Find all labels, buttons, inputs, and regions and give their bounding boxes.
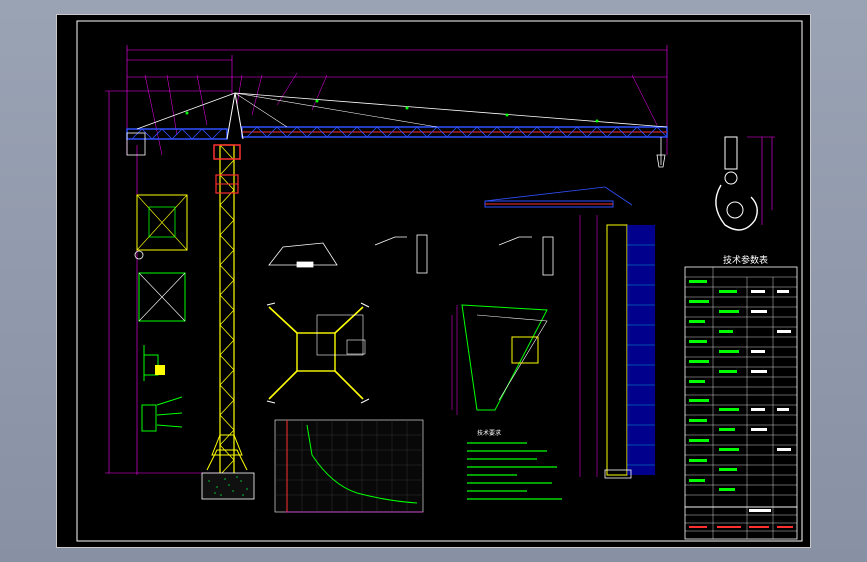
- jib-structure: [126, 92, 668, 168]
- cad-drawing: 技术要求 技术参数表: [76, 20, 803, 542]
- leader-lines: [144, 72, 658, 156]
- tech-param-table-title: 技术参数表: [723, 254, 768, 266]
- title-block: [684, 506, 798, 540]
- tech-param-table: 技术参数表: [684, 254, 798, 508]
- tower-mast: [201, 144, 255, 500]
- cad-viewport[interactable]: 技术要求 技术参数表: [56, 14, 811, 548]
- secondary-crane-elevation: [484, 186, 655, 479]
- trolley-details: [268, 234, 554, 276]
- hook-detail: [715, 136, 775, 231]
- funnel-detail: [451, 304, 548, 415]
- base-plan: [266, 302, 370, 404]
- tech-requirements-title: 技术要求: [477, 429, 501, 437]
- left-detail-views: [134, 194, 188, 432]
- load-chart: [274, 419, 424, 513]
- tech-requirements-block: 技术要求: [467, 429, 562, 500]
